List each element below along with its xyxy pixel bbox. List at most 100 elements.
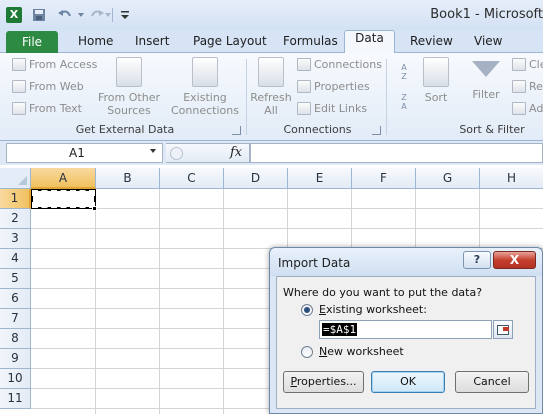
row-header-5[interactable]: 5 [0, 269, 31, 289]
from-access-label: From Access [29, 58, 98, 71]
group-label-get-external-data: Get External Data [75, 123, 175, 136]
from-other-label-2: Sources [107, 104, 151, 117]
help-button[interactable]: ? [463, 251, 491, 269]
group-label-sort-filter: Sort & Filter [459, 123, 525, 136]
row-header-4[interactable]: 4 [0, 249, 31, 269]
from-text-label: From Text [29, 102, 82, 115]
sort-ascending-icon[interactable]: AZ [395, 63, 413, 93]
reference-value: =$A$1 [322, 323, 358, 336]
filter-button[interactable]: Filter [466, 61, 506, 101]
column-header-g[interactable]: G [416, 168, 480, 189]
from-access-button[interactable]: From Access [12, 58, 97, 71]
from-text-button[interactable]: From Text [12, 102, 82, 115]
existing-worksheet-radio[interactable] [301, 304, 313, 316]
reapply-button[interactable]: Re [512, 80, 543, 93]
row-header-10[interactable]: 10 [0, 369, 31, 389]
existing-connections-icon [192, 57, 218, 87]
column-header-b[interactable]: B [96, 168, 160, 189]
tab-home[interactable]: Home [78, 34, 113, 48]
cancel-button[interactable]: Cancel [455, 371, 529, 393]
new-worksheet-radio[interactable] [301, 346, 313, 358]
new-worksheet-label[interactable]: New worksheet [319, 345, 404, 358]
tab-review[interactable]: Review [410, 34, 453, 48]
column-header-f[interactable]: F [352, 168, 416, 189]
edit-links-label: Edit Links [314, 102, 368, 115]
dialog-title: Import Data [278, 256, 351, 270]
tab-page-layout[interactable]: Page Layout [193, 34, 267, 48]
tab-view[interactable]: View [474, 34, 502, 48]
gridline [223, 189, 224, 414]
row-header-11[interactable]: 11 [0, 389, 31, 409]
dialog-body: Where do you want to put the data? Exist… [276, 276, 536, 409]
tab-file[interactable]: File [6, 31, 58, 53]
tab-formulas[interactable]: Formulas [283, 34, 338, 48]
web-icon [12, 80, 26, 93]
toolbar-separator [112, 8, 113, 22]
gridline [95, 189, 96, 414]
reference-input[interactable]: =$A$1 [319, 320, 492, 339]
undo-icon[interactable] [54, 6, 76, 24]
import-data-dialog: Import Data ? X Where do you want to put… [269, 247, 543, 414]
connections-launcher-icon[interactable] [372, 126, 381, 135]
clear-button[interactable]: Cle [512, 58, 543, 71]
connections-label: Connections [314, 58, 382, 71]
select-all-corner[interactable] [0, 168, 31, 189]
window-title: Book1 - Microsoft [430, 7, 543, 22]
properties-dialog-button[interactable]: Properties... [283, 371, 364, 393]
refresh-all-button[interactable]: Refresh All [249, 57, 293, 117]
from-web-button[interactable]: From Web [12, 80, 84, 93]
ok-button[interactable]: OK [371, 371, 445, 393]
refresh-label-2: All [264, 104, 278, 117]
row-header-6[interactable]: 6 [0, 289, 31, 309]
ribbon-data: From Access From Web From Text From Othe… [0, 53, 543, 141]
advanced-button[interactable]: Ad [512, 102, 543, 115]
filter-icon [472, 61, 500, 77]
connections-button[interactable]: Connections [297, 58, 382, 71]
clear-label: Cle [529, 58, 543, 71]
row-header-7[interactable]: 7 [0, 309, 31, 329]
fill-handle[interactable] [92, 206, 97, 211]
text-file-icon [12, 102, 26, 115]
get-external-data-launcher-icon[interactable] [232, 126, 241, 135]
save-icon[interactable] [30, 6, 48, 24]
undo-dropdown-icon[interactable] [77, 6, 85, 24]
column-header-e[interactable]: E [288, 168, 352, 189]
row-header-1[interactable]: 1 [0, 189, 31, 209]
from-other-label-1: From Other [98, 91, 160, 104]
row-header-8[interactable]: 8 [0, 329, 31, 349]
group-label-connections: Connections [283, 123, 352, 136]
row-header-9[interactable]: 9 [0, 349, 31, 369]
excel-app-icon[interactable]: X [6, 7, 22, 23]
column-header-d[interactable]: D [224, 168, 288, 189]
tab-insert[interactable]: Insert [135, 34, 169, 48]
redo-dropdown-icon[interactable] [104, 6, 112, 24]
customize-toolbar-icon[interactable] [119, 6, 131, 24]
name-box-dropdown-icon[interactable] [150, 149, 156, 153]
properties-button[interactable]: Properties [297, 80, 370, 93]
column-header-a[interactable]: A [31, 168, 96, 189]
dialog-title-bar[interactable]: Import Data ? X [270, 248, 542, 276]
existing-worksheet-label[interactable]: Existing worksheet: [319, 303, 427, 316]
refresh-label-1: Refresh [250, 91, 292, 104]
select-all-triangle-icon [18, 176, 27, 185]
edit-links-button[interactable]: Edit Links [297, 102, 367, 115]
from-other-sources-button[interactable]: From Other Sources [98, 57, 160, 117]
sort-button[interactable]: Sort [418, 57, 454, 104]
collapse-dialog-button[interactable] [493, 320, 513, 339]
properties-label: Properties [314, 80, 370, 93]
existing-connections-button[interactable]: Existing Connections [170, 57, 240, 117]
column-header-h[interactable]: H [480, 168, 543, 189]
copy-marquee [32, 190, 95, 208]
tab-data[interactable]: Data [344, 30, 395, 54]
name-box[interactable]: A1 [6, 143, 163, 163]
row-header-3[interactable]: 3 [0, 229, 31, 249]
row-header-2[interactable]: 2 [0, 209, 31, 229]
expand-circle-icon[interactable] [170, 147, 183, 160]
insert-function-button[interactable]: fx [230, 145, 242, 160]
column-header-c[interactable]: C [160, 168, 224, 189]
sort-descending-icon[interactable]: ZA [395, 93, 413, 123]
close-button[interactable]: X [493, 251, 536, 269]
connections-icon [297, 58, 311, 71]
formula-input[interactable] [250, 143, 543, 163]
link-icon [297, 102, 311, 115]
